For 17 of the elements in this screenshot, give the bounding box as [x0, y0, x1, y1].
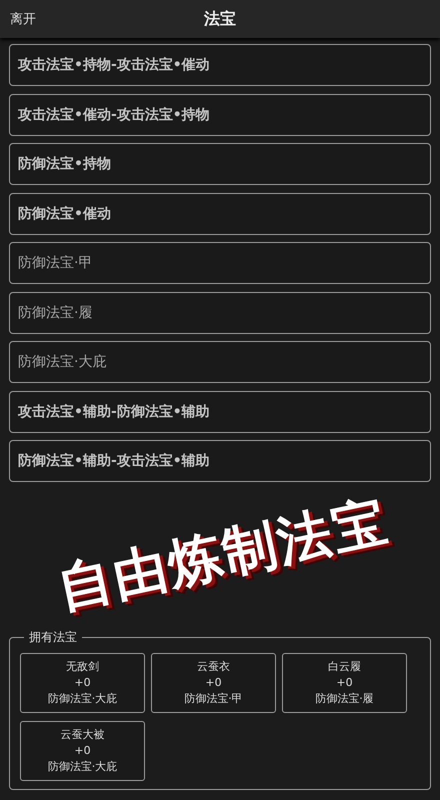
recipe-button[interactable]: 攻击法宝•持物-攻击法宝•催动: [9, 44, 431, 86]
recipe-button[interactable]: 防御法宝·大庇: [9, 341, 431, 383]
treasure-card[interactable]: 无敌剑 +0 防御法宝·大庇: [20, 653, 145, 713]
recipe-button[interactable]: 攻击法宝•辅助-防御法宝•辅助: [9, 390, 431, 432]
recipe-button[interactable]: 攻击法宝•催动-攻击法宝•持物: [9, 94, 431, 136]
panel-legend: 拥有法宝: [24, 629, 82, 646]
back-button[interactable]: 离开: [10, 10, 36, 28]
treasure-card[interactable]: 云蚕衣 +0 防御法宝·甲: [151, 653, 276, 713]
banner-text: 自由炼制法宝: [52, 488, 394, 620]
recipe-button[interactable]: 防御法宝•持物: [9, 143, 431, 185]
recipe-button[interactable]: 防御法宝•辅助-攻击法宝•辅助: [9, 440, 431, 482]
treasure-card[interactable]: 云蚕大被 +0 防御法宝·大庇: [20, 721, 145, 781]
recipe-button[interactable]: 防御法宝·履: [9, 292, 431, 334]
page-title: 法宝: [204, 8, 236, 30]
recipe-button[interactable]: 防御法宝•催动: [9, 192, 431, 234]
treasure-card[interactable]: 白云履 +0 防御法宝·履: [282, 653, 407, 713]
recipe-button[interactable]: 防御法宝·甲: [9, 242, 431, 284]
